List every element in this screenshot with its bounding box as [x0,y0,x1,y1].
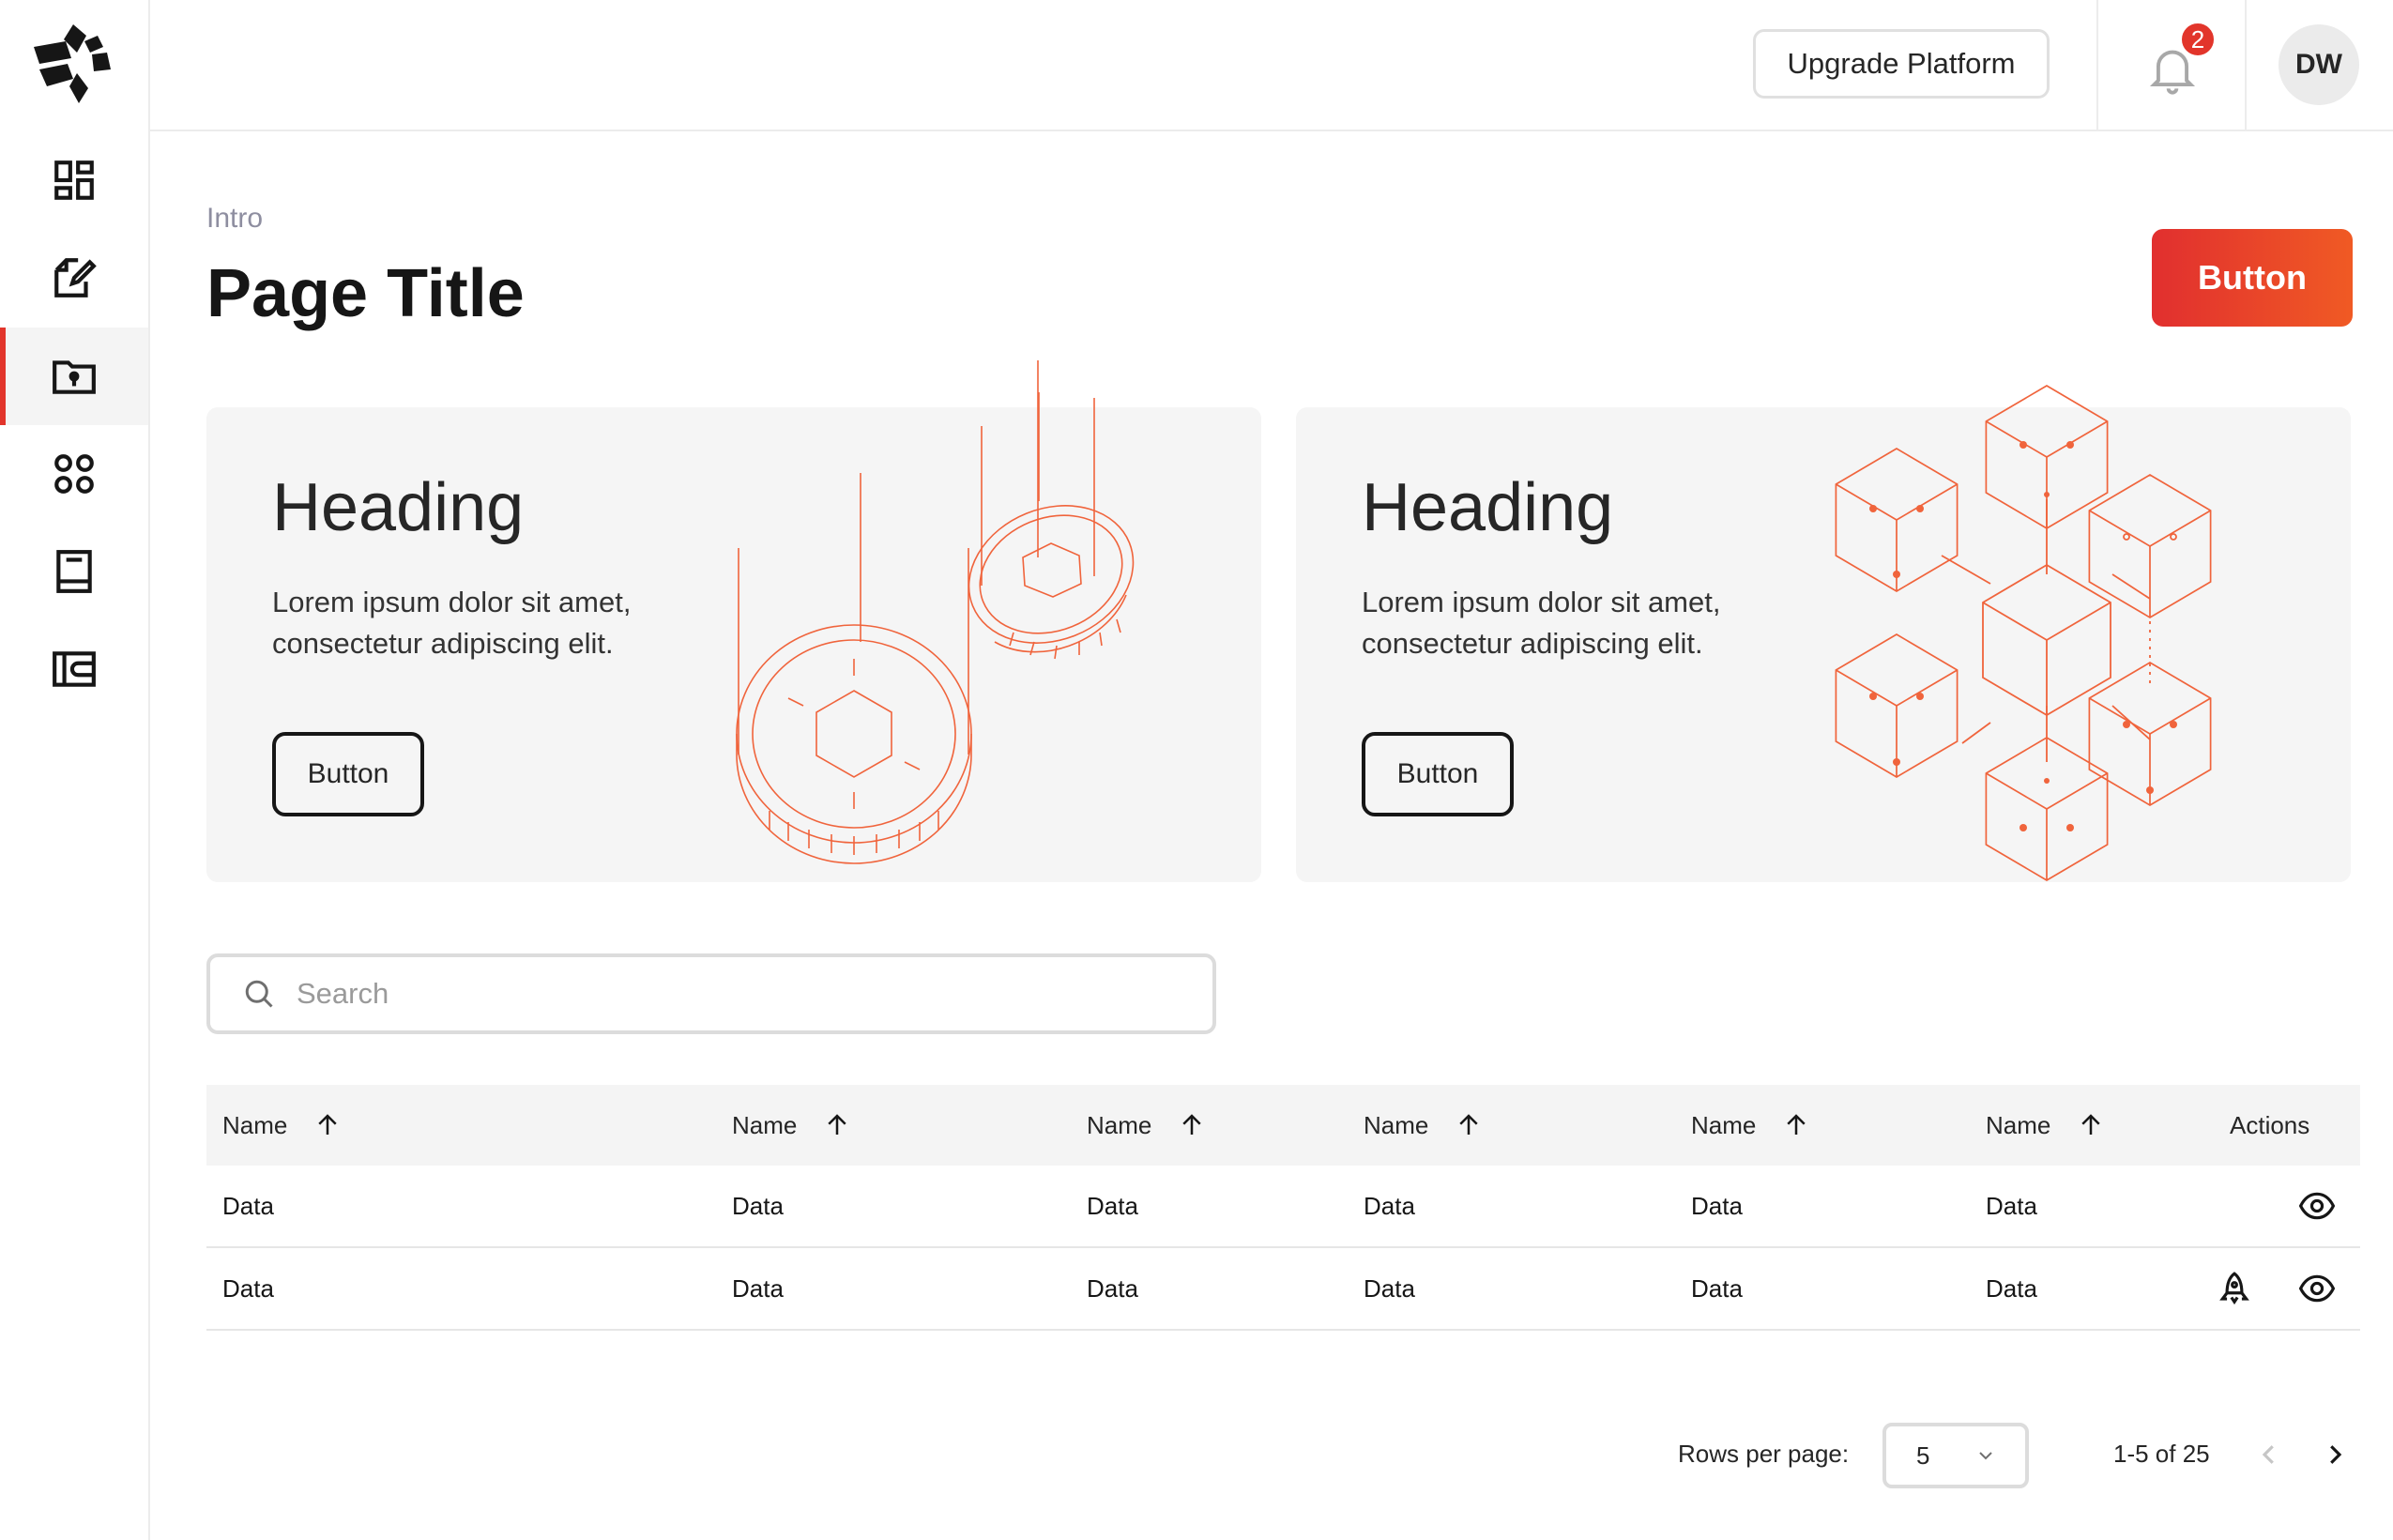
avatar[interactable]: DW [2279,24,2359,105]
column-header[interactable]: Name [1087,1085,1206,1166]
table-cell: Data [1364,1273,1415,1303]
row-actions [2299,1166,2335,1246]
top-header: Upgrade Platform 2 DW [150,0,2393,131]
book-icon [56,550,92,593]
primary-action-button[interactable]: Button [2152,229,2353,327]
upgrade-platform-button[interactable]: Upgrade Platform [1753,29,2050,99]
sort-arrow-up-icon[interactable] [1782,1111,1810,1139]
search-icon [245,980,273,1008]
card-heading: Heading [1362,470,1614,545]
table-cell: Data [732,1191,784,1220]
sidebar-item-edit[interactable] [0,229,148,327]
column-header-label: Name [1986,1110,2051,1139]
wallet-icon [53,651,96,687]
eye-icon[interactable] [2299,1271,2335,1306]
table-cell: Data [1986,1273,2037,1303]
page-title: Page Title [206,256,525,331]
next-page-button[interactable] [2316,1436,2354,1473]
previous-page-button[interactable] [2250,1436,2288,1473]
column-header-label: Name [1364,1110,1429,1139]
column-header-label: Name [1087,1110,1152,1139]
row-actions [2217,1248,2335,1329]
dashboard-icon [54,160,94,200]
search-input[interactable] [297,977,1141,1011]
edit-document-icon [54,258,97,297]
card-heading: Heading [272,470,525,545]
table-row: Data Data Data Data Data Data [206,1166,2360,1248]
chevron-left-icon [2262,1445,2274,1464]
sidebar-item-dashboard[interactable] [0,131,148,229]
column-header[interactable]: Name [732,1085,851,1166]
header-divider [2096,0,2098,130]
card-button[interactable]: Button [272,732,424,816]
sort-arrow-up-icon[interactable] [1178,1111,1206,1139]
table-cell: Data [222,1191,274,1220]
rocket-icon[interactable] [2217,1271,2252,1306]
column-header-label: Name [1691,1110,1757,1139]
rows-per-page-select[interactable]: 5 [1882,1423,2029,1488]
column-header[interactable]: Name [222,1085,342,1166]
sidebar-item-wallet[interactable] [0,620,148,718]
app-root: Upgrade Platform 2 DW Intro Page Title B… [0,0,2393,1540]
sidebar-item-secure-folder[interactable] [0,328,148,425]
eye-icon[interactable] [2299,1188,2335,1224]
chevron-down-icon [1979,1452,1992,1460]
search-field[interactable] [206,953,1216,1034]
pagination-range: 1-5 of 25 [2113,1440,2210,1468]
column-header-label: Name [222,1110,288,1139]
rows-per-page-value: 5 [1916,1441,1930,1470]
column-header[interactable]: Name [1691,1085,1810,1166]
feature-card-blockchain: Heading Lorem ipsum dolor sit amet, cons… [1296,385,2351,882]
table-row: Data Data Data Data Data Data [206,1248,2360,1331]
table-cell: Data [1087,1191,1138,1220]
sort-arrow-up-icon[interactable] [313,1111,342,1139]
table-cell: Data [222,1273,274,1303]
sort-arrow-up-icon[interactable] [1455,1111,1483,1139]
rows-per-page-label: Rows per page: [1678,1440,1850,1468]
data-table: Name Name Name Name Name Name Actions Da… [206,1085,2360,1331]
card-text: Lorem ipsum dolor sit amet, consectetur … [272,586,632,660]
sidebar [0,0,150,1540]
sidebar-item-book[interactable] [0,523,148,620]
card-button[interactable]: Button [1362,732,1514,816]
column-header[interactable]: Name [1986,1085,2105,1166]
column-header[interactable]: Name [1364,1085,1483,1166]
brand-logo-icon[interactable] [30,21,116,105]
table-cell: Data [1691,1191,1743,1220]
sort-arrow-up-icon[interactable] [823,1111,851,1139]
card-text: Lorem ipsum dolor sit amet, consectetur … [1362,586,1721,660]
table-cell: Data [732,1273,784,1303]
sidebar-item-apps[interactable] [0,425,148,523]
falling-coins-illustration [736,360,1135,864]
apps-grid-icon [54,454,94,494]
feature-card-coins: Heading Lorem ipsum dolor sit amet, cons… [206,360,1261,882]
notification-badge: 2 [2179,21,2217,58]
table-cell: Data [1087,1273,1138,1303]
table-cell: Data [1364,1191,1415,1220]
secure-folder-icon [53,360,96,394]
table-cell: Data [1691,1273,1743,1303]
table-header-row: Name Name Name Name Name Name Actions [206,1085,2360,1166]
page-intro: Intro [206,203,264,234]
table-cell: Data [1986,1191,2037,1220]
header-divider [2245,0,2247,130]
column-header-label: Name [732,1110,798,1139]
actions-header: Actions [2230,1110,2310,1139]
chevron-right-icon [2330,1445,2342,1464]
blockchain-cubes-illustration [1835,385,2212,881]
sort-arrow-up-icon[interactable] [2077,1111,2105,1139]
